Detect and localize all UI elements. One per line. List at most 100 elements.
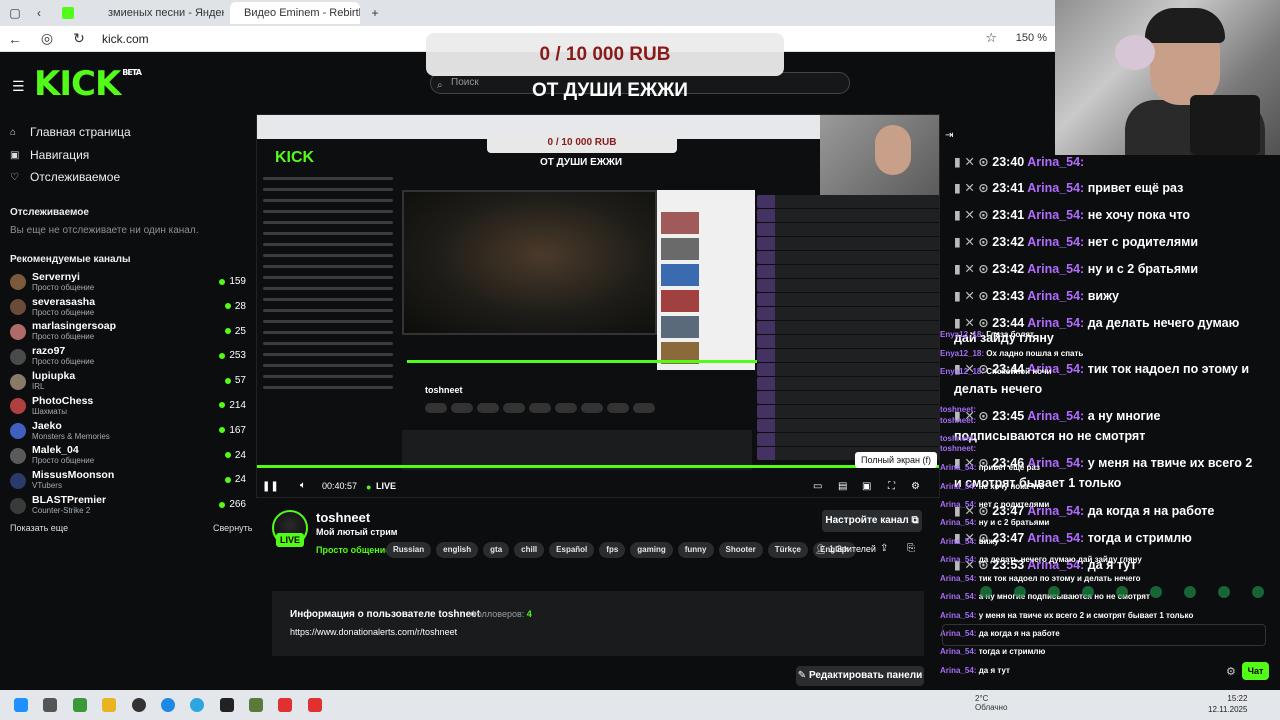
- message-user[interactable]: Arina_54:: [1027, 316, 1084, 330]
- channel-item[interactable]: Servernyi Просто общение 159: [10, 270, 250, 295]
- message-user[interactable]: Arina_54:: [940, 537, 976, 546]
- nav-browse[interactable]: ▣ Навигация: [10, 148, 89, 162]
- channel-item[interactable]: marlasingersoap Просто общение 25: [10, 320, 250, 345]
- message-actions-icon[interactable]: ▮ ✕ ⊙: [954, 235, 992, 249]
- tab-video[interactable]: Видео Eminem - Rebirth (I: [230, 2, 360, 24]
- message-user[interactable]: Arina_54:: [940, 592, 976, 601]
- zoom-level[interactable]: 150 %: [1016, 32, 1047, 44]
- windows-start-icon[interactable]: [14, 698, 28, 712]
- system-clock[interactable]: 15:22 12.11.2025: [1208, 693, 1247, 715]
- message-user[interactable]: toshneet:: [940, 405, 976, 414]
- edge-icon[interactable]: [161, 698, 175, 712]
- message-user[interactable]: Arina_54:: [940, 611, 976, 620]
- message-user[interactable]: Arina_54:: [940, 666, 976, 675]
- stream-tag[interactable]: gta: [483, 542, 510, 558]
- yandex-browser-icon[interactable]: [278, 698, 292, 712]
- menu-icon[interactable]: ☰: [12, 78, 25, 95]
- app-icon[interactable]: [220, 698, 234, 712]
- message-user[interactable]: toshneet:: [940, 444, 976, 453]
- message-user[interactable]: Arina_54:: [940, 647, 976, 656]
- kick-logo[interactable]: KICK BETA: [34, 64, 142, 104]
- message-actions-icon[interactable]: ▮ ✕ ⊙: [954, 155, 992, 169]
- show-more-link[interactable]: Показать еще: [10, 523, 68, 533]
- chat-settings-icon[interactable]: ⚙: [1226, 665, 1236, 678]
- settings-gear-icon[interactable]: ⚙: [911, 481, 920, 492]
- channel-item[interactable]: severasasha Просто общение 28: [10, 295, 250, 320]
- address-bar[interactable]: kick.com: [102, 32, 149, 46]
- message-user[interactable]: toshneet:: [940, 434, 976, 443]
- stream-tag[interactable]: Türkçe: [767, 542, 808, 558]
- telegram-icon[interactable]: [190, 698, 204, 712]
- setup-channel-button[interactable]: Настройте канал ⧉: [822, 510, 922, 532]
- edit-panels-button[interactable]: ✎ Редактировать панели: [796, 666, 924, 686]
- message-user[interactable]: Arina_54:: [1027, 262, 1084, 276]
- task-view-icon[interactable]: [43, 698, 57, 712]
- file-explorer-icon[interactable]: [102, 698, 116, 712]
- message-user[interactable]: Enya12_18:: [940, 367, 984, 376]
- theater-mode-icon[interactable]: ▭: [813, 481, 822, 492]
- message-user[interactable]: Arina_54:: [940, 500, 976, 509]
- message-user[interactable]: Arina_54:: [940, 482, 976, 491]
- stream-tag[interactable]: chill: [514, 542, 545, 558]
- streamer-name[interactable]: toshneet: [316, 510, 370, 525]
- pause-icon[interactable]: ❚❚: [262, 481, 279, 492]
- obs-icon[interactable]: [132, 698, 146, 712]
- channel-item[interactable]: MissusMoonson VTubers 24: [10, 468, 250, 493]
- reload-icon[interactable]: ↻: [70, 30, 88, 47]
- channel-item[interactable]: BLASTPremier Counter-Strike 2 266: [10, 493, 250, 518]
- shield-icon[interactable]: ◎: [38, 30, 56, 47]
- message-user[interactable]: Arina_54:: [1027, 289, 1084, 303]
- stream-tag[interactable]: Shooter: [718, 542, 763, 558]
- stream-tag[interactable]: Español: [549, 542, 595, 558]
- stream-video-player[interactable]: KICK 0 / 10 000 RUB ОТ ДУШИ ЕЖЖИ toshnee…: [256, 114, 940, 498]
- app-icon[interactable]: [249, 698, 263, 712]
- message-user[interactable]: Arina_54:: [940, 555, 976, 564]
- tab-back-icon[interactable]: ‹: [30, 4, 48, 22]
- channel-item[interactable]: razo97 Просто общение 253: [10, 344, 250, 369]
- message-user[interactable]: Arina_54:: [940, 518, 976, 527]
- message-actions-icon[interactable]: ▮ ✕ ⊙: [954, 181, 992, 195]
- bookmark-icon[interactable]: ☆: [985, 30, 997, 46]
- stream-category[interactable]: Просто общение: [316, 545, 390, 555]
- message-user[interactable]: Arina_54:: [1027, 181, 1084, 195]
- volume-icon[interactable]: 🔈︎: [300, 480, 306, 491]
- pip-icon[interactable]: ▣: [862, 481, 871, 492]
- message-user[interactable]: Enya12_18:: [940, 349, 984, 358]
- tab-kick[interactable]: [54, 2, 88, 24]
- collapse-link[interactable]: Свернуть: [213, 523, 252, 533]
- new-tab-icon[interactable]: +: [366, 4, 384, 22]
- stream-tag[interactable]: english: [436, 542, 479, 558]
- fullscreen-icon[interactable]: ⛶: [888, 481, 895, 492]
- stream-tag[interactable]: Russian: [386, 542, 432, 558]
- share-icon[interactable]: ⇪: [880, 543, 888, 554]
- message-user[interactable]: Arina_54:: [1027, 155, 1084, 169]
- nav-home[interactable]: ⌂ Главная страница: [10, 125, 131, 139]
- stream-tag[interactable]: gaming: [630, 542, 673, 558]
- back-icon[interactable]: ←: [6, 31, 24, 47]
- channel-item[interactable]: Malek_04 Просто общение 24: [10, 444, 250, 469]
- message-user[interactable]: Enya12_18:: [940, 330, 984, 339]
- message-actions-icon[interactable]: ▮ ✕ ⊙: [954, 208, 992, 222]
- channel-item[interactable]: Jaeko Monsters & Memories 167: [10, 419, 250, 444]
- message-user[interactable]: toshneet:: [940, 416, 976, 425]
- notification-icon[interactable]: ⎘: [907, 543, 915, 554]
- message-user[interactable]: Arina_54:: [940, 574, 976, 583]
- chat-input[interactable]: [942, 624, 1266, 646]
- weather-widget[interactable]: 2°C Облачно: [975, 694, 1007, 712]
- message-user[interactable]: Arina_54:: [1027, 235, 1084, 249]
- message-user[interactable]: Arina_54:: [1027, 208, 1084, 222]
- yandex-icon[interactable]: [308, 698, 322, 712]
- nav-following[interactable]: ♡ Отслеживаемое: [10, 170, 120, 184]
- chat-send-button[interactable]: Чат: [1242, 662, 1269, 680]
- channel-item[interactable]: lupiupka IRL 57: [10, 369, 250, 394]
- app-icon[interactable]: [73, 698, 87, 712]
- stream-tag[interactable]: funny: [677, 542, 714, 558]
- donation-link[interactable]: https://www.donationalerts.com/r/toshnee…: [290, 627, 457, 637]
- message-actions-icon[interactable]: ▮ ✕ ⊙: [954, 316, 992, 330]
- message-actions-icon[interactable]: ▮ ✕ ⊙: [954, 262, 992, 276]
- message-actions-icon[interactable]: ▮ ✕ ⊙: [954, 289, 992, 303]
- clip-icon[interactable]: ▤: [838, 481, 847, 492]
- tab-yandex[interactable]: змиеных песни - Яндекс:: [94, 2, 224, 24]
- tab-list-icon[interactable]: ▢: [6, 4, 24, 22]
- channel-item[interactable]: PhotoChess Шахматы 214: [10, 394, 250, 419]
